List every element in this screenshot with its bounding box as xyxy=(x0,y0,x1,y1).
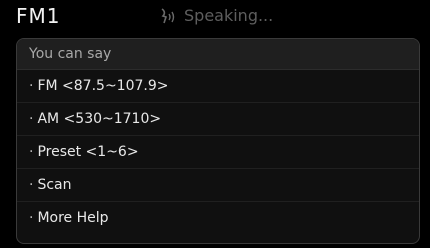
voice-speaking-icon xyxy=(160,7,176,25)
voice-help-panel: You can say · FM <87.5~107.9> · AM <530~17… xyxy=(16,38,420,244)
panel-header: You can say xyxy=(17,39,419,70)
list-item-scan[interactable]: · Scan xyxy=(17,169,419,202)
bullet: · xyxy=(29,210,34,226)
bullet: · xyxy=(29,144,34,160)
list-item-label: More Help xyxy=(37,210,109,226)
list-item-label: Preset <1~6> xyxy=(37,144,139,160)
bullet: · xyxy=(29,177,34,193)
list-item-label: Scan xyxy=(37,177,72,193)
page-title: FM1 xyxy=(16,4,61,28)
list-item-am[interactable]: · AM <530~1710> xyxy=(17,103,419,136)
list-item-preset[interactable]: · Preset <1~6> xyxy=(17,136,419,169)
status-text: Speaking... xyxy=(184,6,274,25)
title-bar: FM1 Speaking... xyxy=(0,0,430,36)
list-item-fm[interactable]: · FM <87.5~107.9> xyxy=(17,70,419,103)
speaking-status: Speaking... xyxy=(160,6,273,25)
list-item-label: FM <87.5~107.9> xyxy=(37,78,169,94)
list-item-label: AM <530~1710> xyxy=(37,111,162,127)
bullet: · xyxy=(29,78,34,94)
list-item-more-help[interactable]: · More Help xyxy=(17,202,419,235)
bullet: · xyxy=(29,111,34,127)
